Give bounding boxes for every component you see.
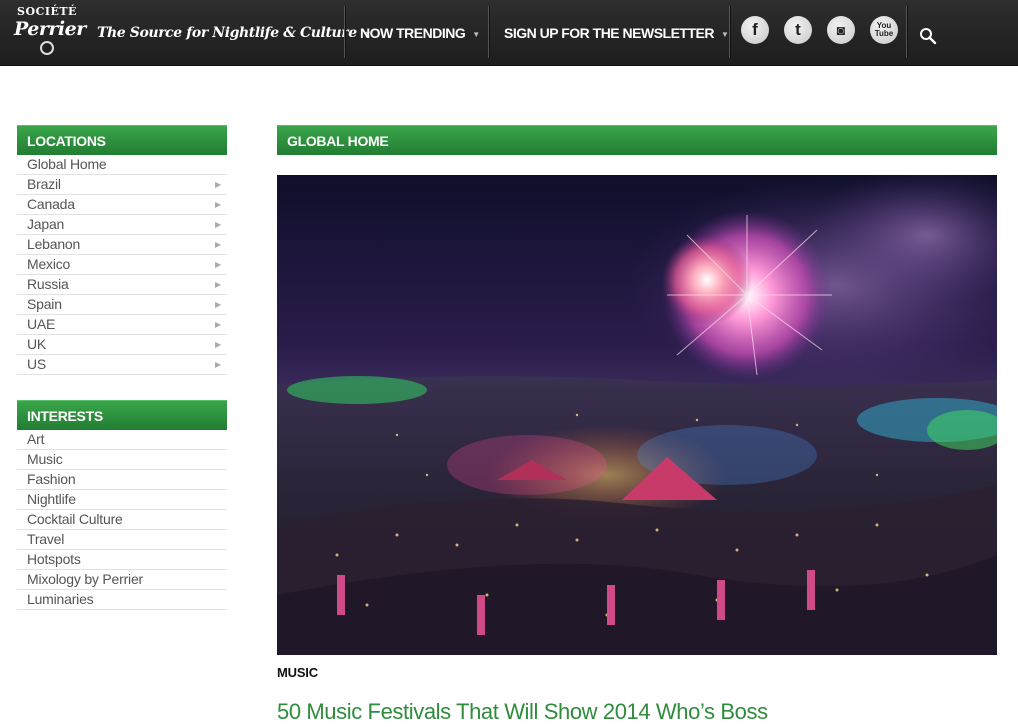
nav-newsletter-signup[interactable]: SIGN UP FOR THE NEWSLETTER ▼ [504, 0, 729, 66]
chevron-right-icon: ▶ [215, 300, 221, 309]
menu-item-label: Mexico [27, 256, 71, 272]
menu-item-label: Russia [27, 276, 69, 292]
interests-item[interactable]: Music [17, 450, 227, 470]
interests-item[interactable]: Mixology by Perrier [17, 570, 227, 590]
chevron-right-icon: ▶ [215, 340, 221, 349]
menu-item-label: US [27, 356, 47, 372]
twitter-glyph: t [795, 20, 801, 39]
chevron-right-icon: ▶ [215, 360, 221, 369]
nav-newsletter-label: SIGN UP FOR THE NEWSLETTER [504, 25, 714, 41]
locations-item[interactable]: Spain ▶ [17, 295, 227, 315]
youtube-glyph-bottom: Tube [874, 29, 894, 38]
menu-item-label: UK [27, 336, 47, 352]
chevron-right-icon: ▶ [215, 240, 221, 249]
logo-seal-icon [40, 41, 54, 55]
site-logo[interactable]: SOCIÉTÉ Perrier [14, 5, 86, 60]
instagram-icon[interactable]: ◙ [827, 16, 855, 44]
festival-fireworks-photo [277, 175, 997, 655]
chevron-right-icon: ▶ [215, 200, 221, 209]
menu-item-label: Hotspots [27, 551, 81, 567]
locations-item[interactable]: UAE ▶ [17, 315, 227, 335]
locations-item[interactable]: Lebanon ▶ [17, 235, 227, 255]
nav-now-trending[interactable]: NOW TRENDING ▼ [360, 0, 480, 66]
menu-item-label: Art [27, 431, 45, 447]
chevron-right-icon: ▶ [215, 180, 221, 189]
interests-item[interactable]: Art [17, 430, 227, 450]
menu-item-label: UAE [27, 316, 56, 332]
tagline-menu[interactable]: The Source for Nightlife & Culture ▼ [97, 0, 370, 66]
menu-item-label: Nightlife [27, 491, 76, 507]
menu-item-label: Luminaries [27, 591, 94, 607]
nav-divider [344, 6, 345, 58]
locations-list: Global Home Brazil ▶ Canada ▶ Japan ▶ Lebanon ▶ M… [17, 155, 227, 375]
interests-item[interactable]: Hotspots [17, 550, 227, 570]
locations-item[interactable]: US ▶ [17, 355, 227, 375]
facebook-glyph: f [752, 20, 758, 39]
feature-headline[interactable]: 50 Music Festivals That Will Show 2014 W… [277, 699, 768, 725]
tagline-label: The Source for Nightlife & Culture [97, 25, 357, 41]
locations-heading: LOCATIONS [17, 125, 227, 155]
twitter-icon[interactable]: t [784, 16, 812, 44]
menu-item-label: Music [27, 451, 63, 467]
chevron-down-icon: ▼ [472, 29, 480, 39]
interests-item[interactable]: Nightlife [17, 490, 227, 510]
menu-item-label: Fashion [27, 471, 76, 487]
nav-divider [488, 6, 489, 58]
chevron-right-icon: ▶ [215, 320, 221, 329]
interests-item[interactable]: Travel [17, 530, 227, 550]
youtube-icon[interactable]: You Tube [870, 16, 898, 44]
menu-item-label: Travel [27, 531, 65, 547]
chevron-right-icon: ▶ [215, 220, 221, 229]
nav-now-trending-label: NOW TRENDING [360, 25, 466, 41]
menu-item-label: Mixology by Perrier [27, 571, 144, 587]
locations-item[interactable]: Brazil ▶ [17, 175, 227, 195]
locations-item[interactable]: Global Home [17, 155, 227, 175]
search-icon[interactable] [919, 27, 937, 45]
facebook-icon[interactable]: f [741, 16, 769, 44]
menu-item-label: Spain [27, 296, 62, 312]
locations-item[interactable]: Russia ▶ [17, 275, 227, 295]
locations-item[interactable]: Mexico ▶ [17, 255, 227, 275]
interests-item[interactable]: Luminaries [17, 590, 227, 610]
locations-item[interactable]: Canada ▶ [17, 195, 227, 215]
nav-divider [729, 6, 730, 58]
menu-item-label: Lebanon [27, 236, 81, 252]
logo-line-1: SOCIÉTÉ [17, 5, 77, 18]
top-nav-bar: SOCIÉTÉ Perrier The Source for Nightlife… [0, 0, 1018, 66]
feature-category[interactable]: MUSIC [277, 665, 318, 680]
menu-item-label: Japan [27, 216, 65, 232]
locations-item[interactable]: Japan ▶ [17, 215, 227, 235]
instagram-glyph: ◙ [836, 22, 846, 38]
logo-line-2: Perrier [14, 18, 86, 40]
feature-image[interactable] [277, 175, 997, 655]
interests-panel: INTERESTS Art Music Fashion Nightlife Cockta… [17, 400, 227, 610]
menu-item-label: Brazil [27, 176, 61, 192]
menu-item-label: Cocktail Culture [27, 511, 123, 527]
section-title: GLOBAL HOME [277, 125, 997, 155]
chevron-down-icon: ▼ [720, 29, 729, 39]
menu-item-label: Canada [27, 196, 75, 212]
locations-item[interactable]: UK ▶ [17, 335, 227, 355]
locations-panel: LOCATIONS Global Home Brazil ▶ Canada ▶ Japan… [17, 125, 227, 375]
interests-item[interactable]: Cocktail Culture [17, 510, 227, 530]
chevron-right-icon: ▶ [215, 280, 221, 289]
interests-list: Art Music Fashion Nightlife Cocktail Culture… [17, 430, 227, 610]
interests-item[interactable]: Fashion [17, 470, 227, 490]
menu-item-label: Global Home [27, 156, 107, 172]
nav-divider [906, 6, 907, 58]
interests-heading: INTERESTS [17, 400, 227, 430]
chevron-right-icon: ▶ [215, 260, 221, 269]
